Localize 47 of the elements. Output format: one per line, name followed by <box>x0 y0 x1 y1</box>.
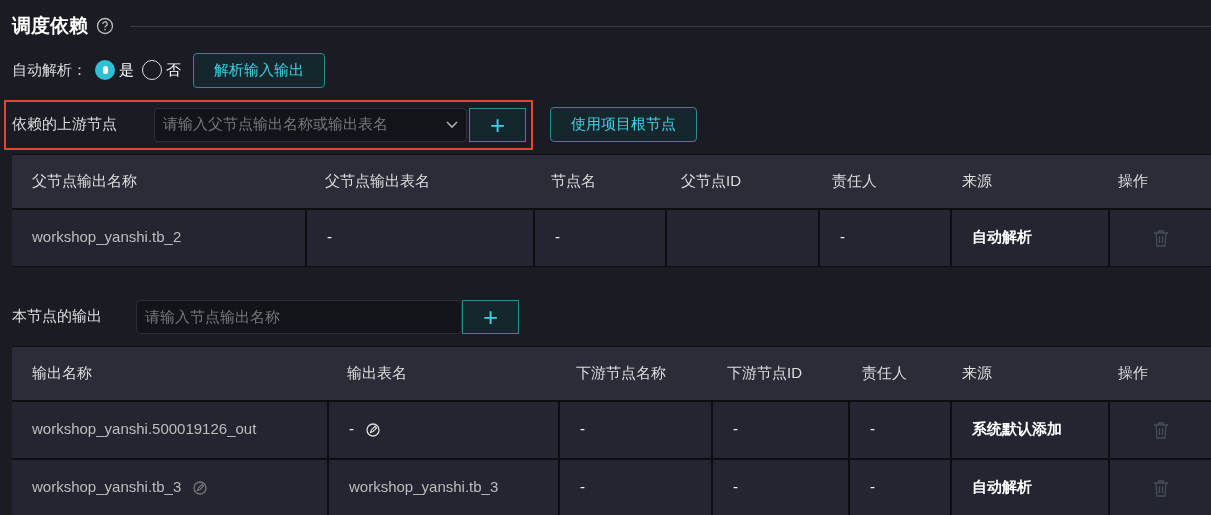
field-label: 自动解析： <box>12 59 87 80</box>
column-header: 责任人 <box>831 170 878 191</box>
cell-text: 自动解析 <box>972 227 1032 248</box>
root-node-button[interactable]: 使用项目根节点 <box>550 107 697 142</box>
cell-text: workshop_yanshi.tb_2 <box>32 227 182 248</box>
column-header: 下游节点ID <box>726 362 803 383</box>
cell-text: 系统默认添加 <box>972 419 1062 440</box>
add-button[interactable]: + <box>462 299 519 334</box>
upstream-select[interactable]: 请输入父节点输出名称或输出表名 <box>154 107 467 142</box>
column-header: 操作 <box>1117 170 1149 191</box>
cell-text: - <box>349 419 354 440</box>
output-input[interactable]: 请输入节点输出名称 <box>136 299 462 334</box>
cell-text: workshop_yanshi.tb_3 <box>32 477 182 498</box>
parse-button[interactable]: 解析输入输出 <box>193 52 325 88</box>
column-header: 输出表名 <box>346 362 408 383</box>
field-label: 依赖的上游节点 <box>12 114 118 135</box>
column-header: 来源 <box>961 362 993 383</box>
cell-text: - <box>870 419 875 440</box>
cell-text: workshop_yanshi.500019126_out <box>32 419 257 440</box>
cell-text: workshop_yanshi.tb_3 <box>349 477 499 498</box>
help-icon[interactable] <box>96 17 114 36</box>
column-header: 父节点输出名称 <box>31 170 138 191</box>
radio-option[interactable]: 是 <box>95 58 134 82</box>
radio-option[interactable]: 否 <box>142 58 181 82</box>
cell-text: - <box>733 477 738 498</box>
cell-text: - <box>733 419 738 440</box>
column-header: 下游节点名称 <box>575 362 667 383</box>
column-header: 操作 <box>1117 362 1149 383</box>
cell-text: - <box>870 477 875 498</box>
column-header: 来源 <box>961 170 993 191</box>
chevron-icon <box>446 120 458 129</box>
cell-text: - <box>840 227 845 248</box>
select-input[interactable]: 请输入父节点输出名称或输出表名 <box>163 113 433 136</box>
cell-text: 自动解析 <box>972 477 1032 498</box>
add-button[interactable]: + <box>469 107 526 142</box>
column-header: 输出名称 <box>31 362 93 383</box>
column-header: 父节点输出表名 <box>324 170 431 191</box>
column-header: 节点名 <box>550 170 597 191</box>
cell-text: - <box>327 227 332 248</box>
cell-text: - <box>555 227 560 248</box>
field-label: 本节点的输出 <box>12 306 103 327</box>
column-header: 责任人 <box>861 362 908 383</box>
section-title: 调度依赖 <box>12 14 88 38</box>
radio-button[interactable] <box>95 60 115 80</box>
cell-text: - <box>580 419 585 440</box>
cell-text: - <box>580 477 585 498</box>
column-header: 父节点ID <box>680 170 742 191</box>
